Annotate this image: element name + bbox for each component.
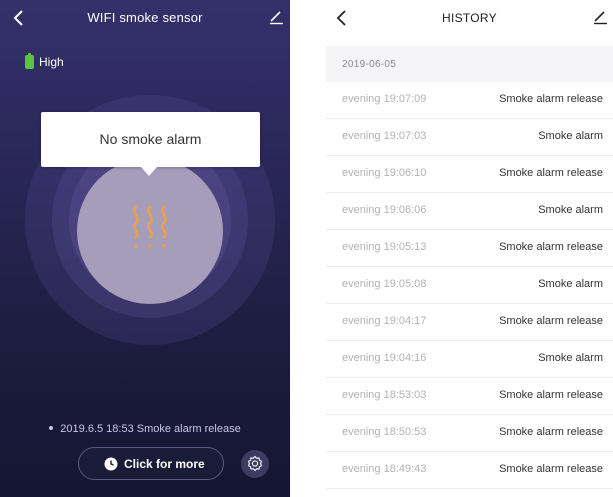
history-row: evening 19:06:06 Smoke alarm — [326, 193, 613, 230]
history-time: evening 19:05:13 — [342, 241, 427, 253]
settings-button[interactable] — [241, 450, 269, 478]
battery-icon — [25, 53, 34, 69]
history-row: evening 19:05:08 Smoke alarm — [326, 267, 613, 304]
history-title: HISTORY — [441, 11, 497, 25]
history-event: Smoke alarm release — [499, 93, 603, 105]
battery-level-label: High — [39, 55, 64, 69]
history-time: evening 18:50:53 — [342, 426, 427, 438]
history-row: evening 19:04:17 Smoke alarm release — [326, 304, 613, 341]
history-time: evening 19:06:10 — [342, 167, 427, 179]
last-event: 2019.6.5 18:53 Smoke alarm release — [0, 423, 290, 435]
status-bubble-pointer — [140, 166, 158, 176]
last-event-text: 2019.6.5 18:53 Smoke alarm release — [60, 423, 241, 435]
history-event: Smoke alarm release — [499, 167, 603, 179]
device-screen: WIFI smoke sensor High No smoke alarm 20… — [0, 0, 290, 497]
history-time: evening 19:04:16 — [342, 352, 427, 364]
history-time: evening 18:53:03 — [342, 389, 427, 401]
gear-icon — [247, 455, 263, 472]
status-bubble: No smoke alarm — [41, 112, 260, 167]
history-row: evening 19:04:16 Smoke alarm — [326, 341, 613, 378]
smoke-icon — [133, 205, 167, 248]
history-event: Smoke alarm release — [499, 426, 603, 438]
bullet-icon — [49, 426, 54, 431]
history-time: evening 19:04:17 — [342, 315, 427, 327]
history-event: Smoke alarm — [538, 130, 603, 142]
history-row: evening 18:50:53 Smoke alarm release — [326, 415, 613, 452]
history-row: evening 19:06:10 Smoke alarm release — [326, 156, 613, 193]
pencil-icon[interactable] — [592, 9, 608, 25]
history-time: evening 19:06:06 — [342, 204, 427, 216]
history-time: evening 19:07:09 — [342, 93, 427, 105]
history-row: evening 18:49:43 Smoke alarm release — [326, 452, 613, 489]
history-event: Smoke alarm — [538, 204, 603, 216]
history-event: Smoke alarm — [538, 352, 603, 364]
click-for-more-label: Click for more — [124, 457, 205, 471]
history-time: evening 19:07:03 — [342, 130, 427, 142]
history-row: evening 19:07:09 Smoke alarm release — [326, 82, 613, 119]
history-event: Smoke alarm — [538, 278, 603, 290]
history-date: 2019-06-05 — [342, 59, 397, 70]
device-header: WIFI smoke sensor — [0, 0, 290, 36]
history-time: evening 19:05:08 — [342, 278, 427, 290]
history-list: evening 19:07:09 Smoke alarm release eveni… — [326, 82, 613, 489]
click-for-more-button[interactable]: Click for more — [78, 447, 224, 480]
status-text: No smoke alarm — [99, 131, 202, 147]
page-title: WIFI smoke sensor — [87, 10, 203, 25]
history-event: Smoke alarm release — [499, 389, 603, 401]
history-event: Smoke alarm release — [499, 241, 603, 253]
pencil-icon[interactable] — [268, 9, 284, 25]
clock-icon — [104, 457, 118, 471]
history-row: evening 19:05:13 Smoke alarm release — [326, 230, 613, 267]
history-screen: HISTORY 2019-06-05 evening 19:07:09 Smoke… — [326, 0, 613, 497]
history-row: evening 19:07:03 Smoke alarm — [326, 119, 613, 156]
history-time: evening 18:49:43 — [342, 463, 427, 475]
history-event: Smoke alarm release — [499, 315, 603, 327]
date-header: 2019-06-05 — [326, 46, 613, 82]
history-row: evening 18:53:03 Smoke alarm release — [326, 378, 613, 415]
history-event: Smoke alarm release — [499, 463, 603, 475]
